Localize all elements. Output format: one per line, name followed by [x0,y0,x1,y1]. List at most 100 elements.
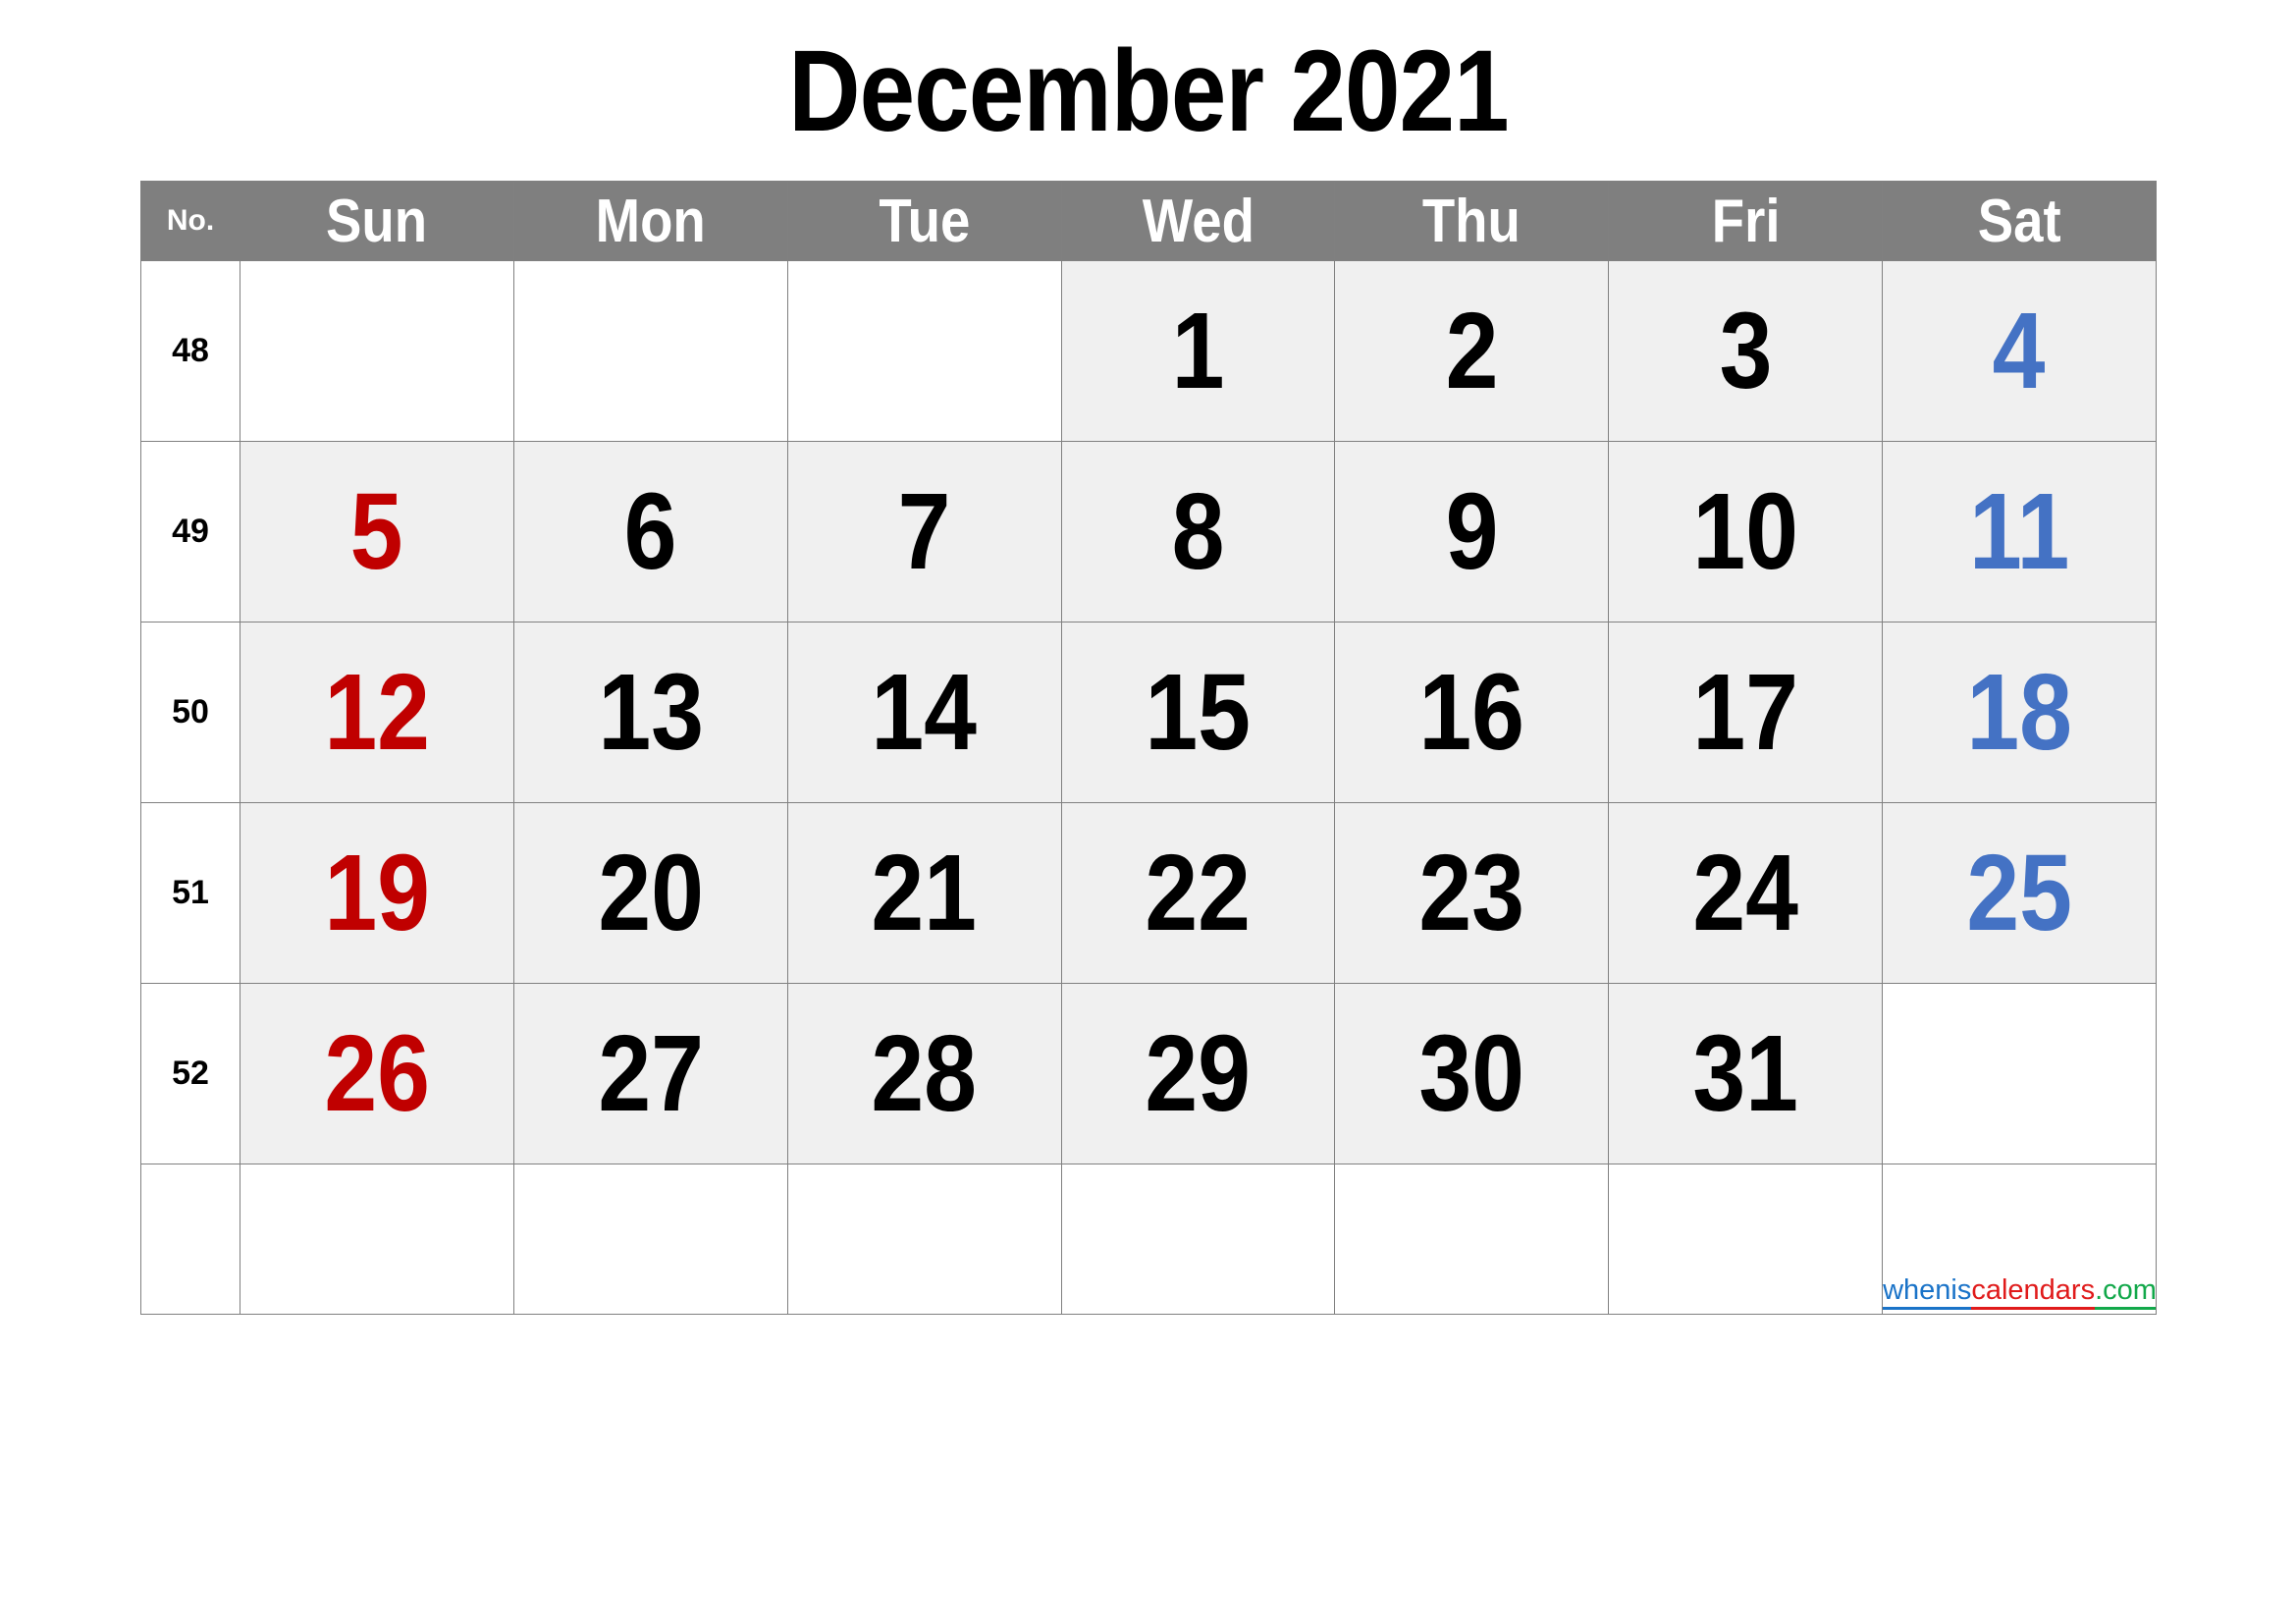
calendar-body: 48 1 2 3 4 49 5 6 7 8 9 10 11 50 12 13 14 15 16 17 18 51 19 20 2… [140,260,2157,1315]
day-cell[interactable]: 17 [1608,622,1884,803]
calendar-week-row: 49 5 6 7 8 9 10 11 [140,441,2157,623]
weekday-header-sat: Sat [1882,181,2157,261]
day-number: 7 [897,470,951,592]
watermark-part-2: calendars [1971,1274,2096,1310]
day-cell[interactable]: 8 [1060,441,1336,623]
calendar-week-row: 50 12 13 14 15 16 17 18 [140,622,2157,803]
week-number-cell: 48 [140,260,240,442]
day-number: 10 [1692,470,1798,592]
day-number: 22 [1145,832,1252,953]
day-number: 29 [1145,1012,1252,1134]
day-number: 20 [597,832,704,953]
day-cell[interactable]: 30 [1334,983,1610,1164]
day-number: 26 [324,1012,430,1134]
day-number: 16 [1418,651,1525,773]
day-cell[interactable]: 20 [512,802,788,984]
day-number: 24 [1692,832,1798,953]
day-number: 5 [349,470,403,592]
day-number: 9 [1445,470,1499,592]
weekday-header-sun-label: Sun [326,187,428,255]
day-cell[interactable]: 19 [240,802,514,984]
day-cell[interactable]: 2 [1334,260,1610,442]
day-number: 6 [623,470,677,592]
day-cell[interactable]: 27 [512,983,788,1164]
day-cell[interactable]: 14 [786,622,1062,803]
day-cell[interactable]: 3 [1608,260,1884,442]
week-number-column-header: No. [140,181,240,261]
site-watermark: wheniscalendars.com [1883,1274,2156,1314]
watermark-part-1: whenis [1883,1274,1972,1310]
day-cell-empty [512,1164,788,1315]
day-cell-empty [512,260,788,442]
day-number: 13 [597,651,704,773]
day-cell[interactable]: 22 [1060,802,1336,984]
day-cell[interactable]: 11 [1882,441,2157,623]
calendar-week-row: 48 1 2 3 4 [140,260,2157,442]
day-cell[interactable]: 12 [240,622,514,803]
day-cell[interactable]: 18 [1882,622,2157,803]
weekday-header-tue: Tue [786,181,1062,261]
day-cell-empty [1882,983,2157,1164]
day-cell[interactable]: 21 [786,802,1062,984]
day-number: 8 [1171,470,1225,592]
day-cell[interactable]: 5 [240,441,514,623]
day-cell-empty [1608,1164,1884,1315]
day-number: 21 [871,832,978,953]
day-number: 11 [1968,470,2070,592]
day-cell-empty [786,260,1062,442]
day-cell[interactable]: 7 [786,441,1062,623]
weekday-header-thu-label: Thu [1422,187,1522,255]
day-cell[interactable]: 31 [1608,983,1884,1164]
day-cell[interactable]: 25 [1882,802,2157,984]
watermark-part-3: .com [2095,1274,2156,1310]
day-cell[interactable]: 10 [1608,441,1884,623]
week-number-cell [140,1164,240,1315]
calendar-page: December 2021 No. Sun Mon Tue Wed Thu Fr… [0,0,2296,1624]
day-cell[interactable]: 4 [1882,260,2157,442]
day-number: 14 [871,651,978,773]
day-cell[interactable]: 15 [1060,622,1336,803]
weekday-header-sat-label: Sat [1977,187,2061,255]
weekday-header-sun: Sun [240,181,514,261]
weekday-header-fri-label: Fri [1711,187,1780,255]
day-cell[interactable]: 23 [1334,802,1610,984]
day-cell[interactable]: 1 [1060,260,1336,442]
day-number: 2 [1445,290,1499,411]
day-number: 15 [1145,651,1252,773]
day-number: 27 [597,1012,704,1134]
day-cell[interactable]: 16 [1334,622,1610,803]
week-number-cell: 50 [140,622,240,803]
day-number: 30 [1418,1012,1525,1134]
day-cell[interactable]: 29 [1060,983,1336,1164]
weekday-header-mon-label: Mon [595,187,706,255]
day-number: 1 [1171,290,1225,411]
day-cell[interactable]: 24 [1608,802,1884,984]
calendar-week-row: 51 19 20 21 22 23 24 25 [140,802,2157,984]
day-cell[interactable]: 13 [512,622,788,803]
day-number: 17 [1692,651,1798,773]
week-number-cell: 52 [140,983,240,1164]
calendar-table: No. Sun Mon Tue Wed Thu Fri Sat 48 1 2 3 4 49… [140,181,2157,1315]
day-number: 28 [871,1012,978,1134]
day-cell[interactable]: 9 [1334,441,1610,623]
day-cell-empty [1334,1164,1610,1315]
watermark-cell: wheniscalendars.com [1882,1164,2157,1315]
week-number-cell: 49 [140,441,240,623]
day-number: 31 [1692,1012,1798,1134]
weekday-header-thu: Thu [1334,181,1610,261]
day-cell[interactable]: 26 [240,983,514,1164]
weekday-header-wed: Wed [1060,181,1336,261]
day-number: 19 [324,832,430,953]
day-number: 3 [1719,290,1773,411]
day-cell-empty [1060,1164,1336,1315]
calendar-header-row: No. Sun Mon Tue Wed Thu Fri Sat [140,181,2157,261]
day-number: 4 [1993,290,2046,411]
day-cell[interactable]: 28 [786,983,1062,1164]
day-cell-empty [786,1164,1062,1315]
day-number: 18 [1966,651,2072,773]
calendar-week-row: wheniscalendars.com [140,1164,2157,1315]
weekday-header-tue-label: Tue [879,187,971,255]
weekday-header-mon: Mon [512,181,788,261]
day-number: 12 [324,651,430,773]
day-cell[interactable]: 6 [512,441,788,623]
